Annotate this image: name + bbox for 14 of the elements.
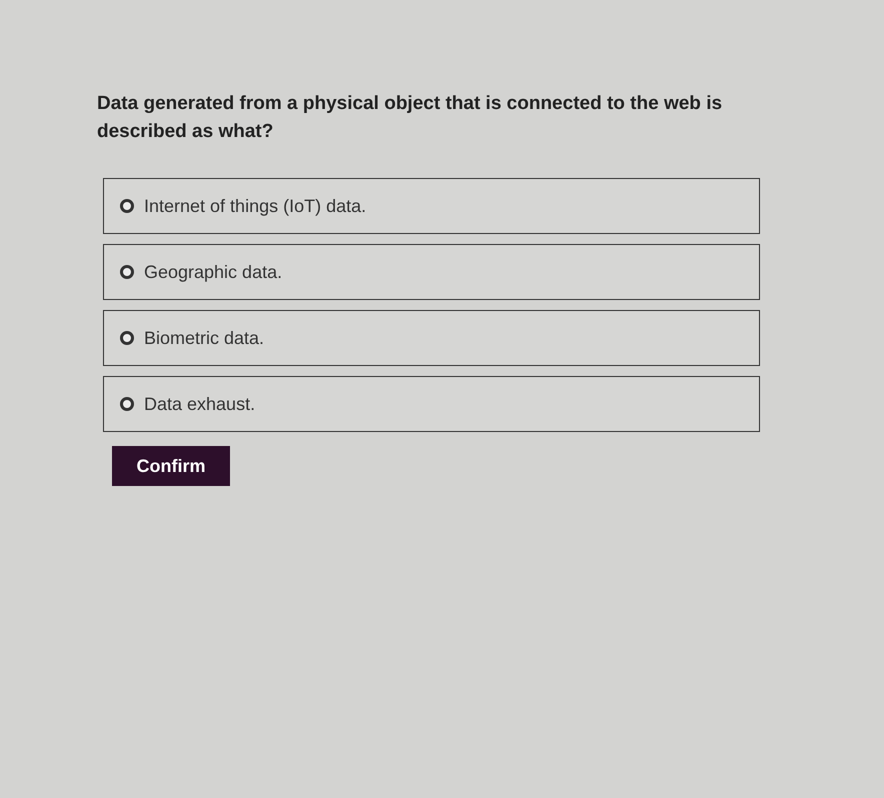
- question-text: Data generated from a physical object that is connected to the web is described as what?: [97, 92, 724, 144]
- option-label: Internet of things (IoT) data.: [144, 194, 366, 218]
- option-label: Geographic data.: [144, 260, 282, 284]
- radio-button[interactable]: [120, 397, 134, 411]
- option-label: Biometric data.: [144, 326, 264, 350]
- answer-option[interactable]: Data exhaust.: [103, 376, 760, 432]
- answer-option[interactable]: Internet of things (IoT) data.: [103, 178, 760, 234]
- answer-option[interactable]: Geographic data.: [103, 244, 760, 300]
- option-label: Data exhaust.: [144, 392, 256, 416]
- radio-button[interactable]: [120, 331, 134, 345]
- radio-button[interactable]: [120, 199, 134, 213]
- confirm-button[interactable]: Confirm: [112, 446, 230, 486]
- radio-button[interactable]: [120, 265, 134, 279]
- answer-option[interactable]: Biometric data.: [103, 310, 760, 366]
